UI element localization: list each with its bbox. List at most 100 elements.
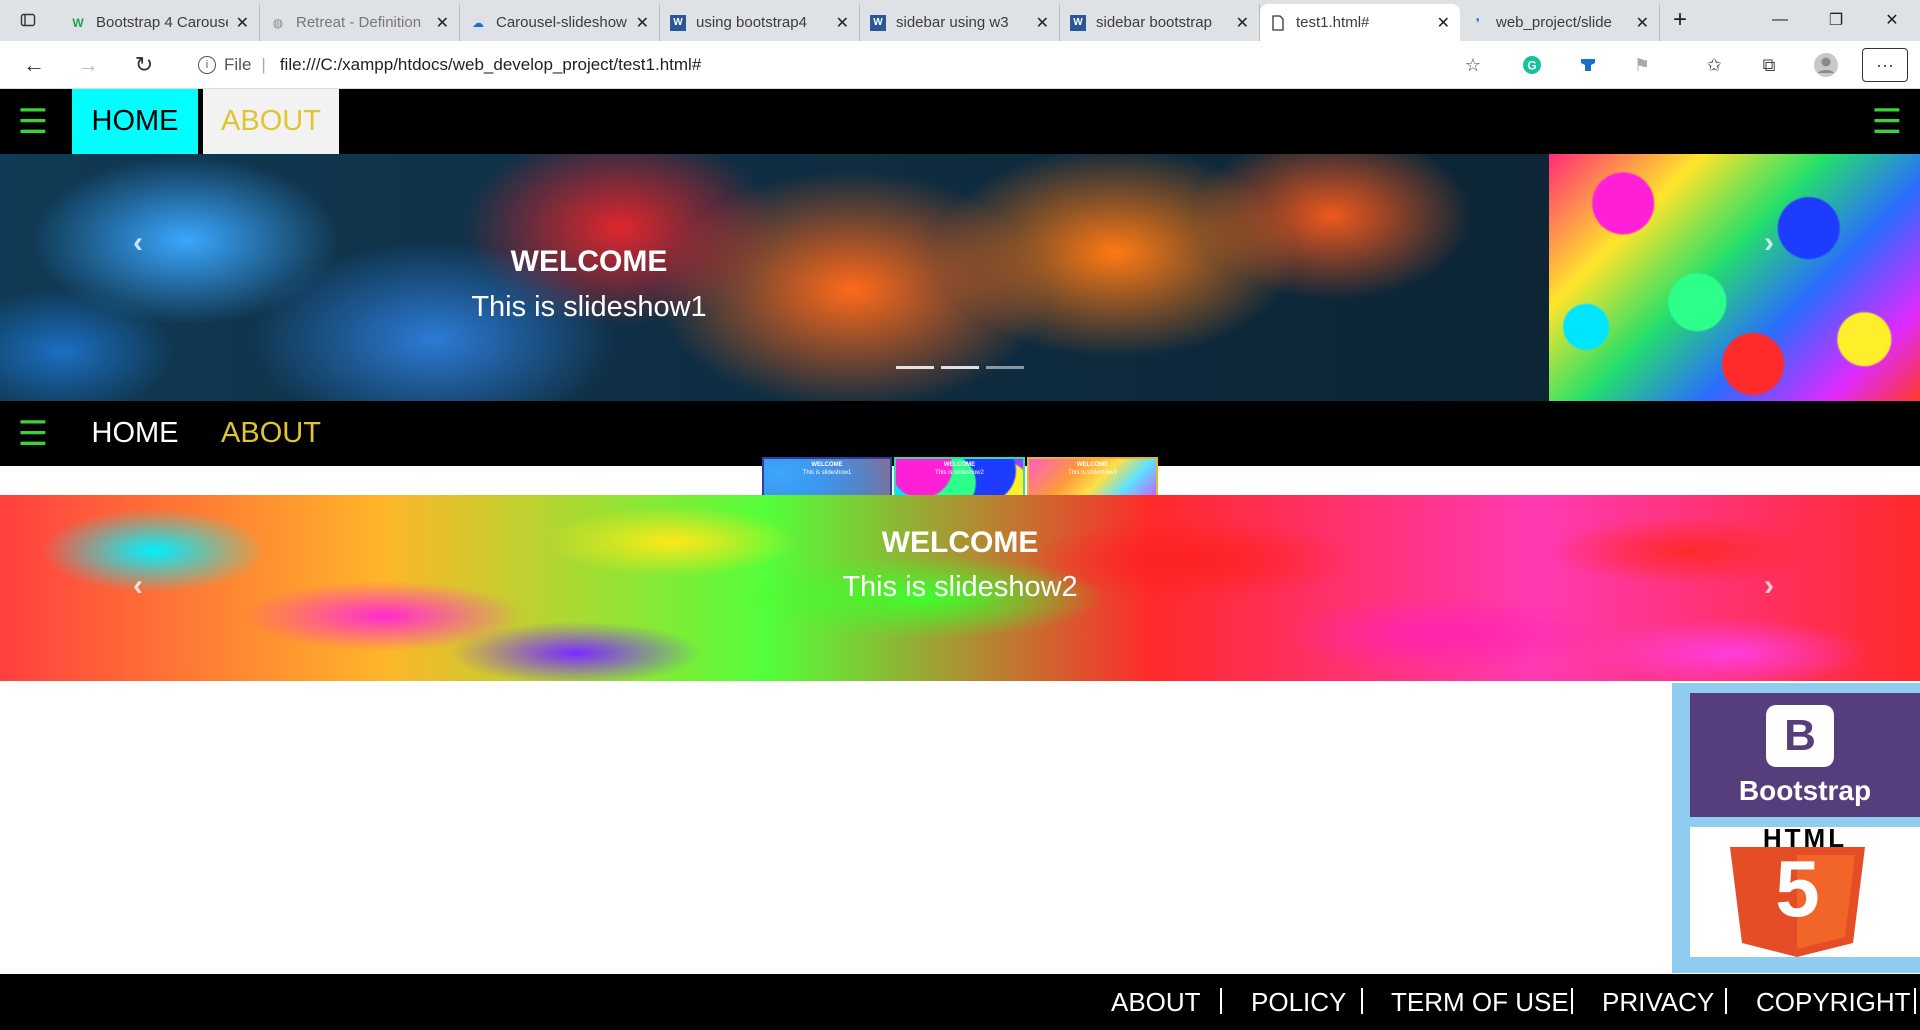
edge-icon: ❜ [1475, 15, 1481, 30]
w-icon: W [72, 15, 84, 30]
add-favorite-icon[interactable]: ☆ [1459, 51, 1487, 79]
tab-label: sidebar bootstrap [1096, 14, 1212, 31]
close-icon[interactable]: ✕ [1036, 13, 1049, 33]
top-navbar: ☰ HOME ABOUT ☰ [0, 89, 1920, 154]
tab-actions-icon[interactable] [0, 0, 56, 40]
tab-label: using bootstrap4 [696, 14, 807, 31]
footer: ABOUT POLICY TERM OF USE PRIVACY COPYRIG… [0, 974, 1920, 1030]
word-icon: W [870, 14, 886, 31]
favorites-icon[interactable]: ✩ [1700, 51, 1728, 79]
word-icon: W [670, 14, 686, 31]
bootstrap-label: Bootstrap [1738, 775, 1872, 806]
page-content: ☰ HOME ABOUT ☰ ‹ › WELCOME This is slide… [0, 89, 1920, 1030]
carousel-indicator[interactable] [986, 366, 1024, 369]
footer-separator [1361, 988, 1363, 1014]
refresh-icon[interactable]: ↻ [126, 47, 162, 83]
carousel-slide-2-partial [1549, 154, 1920, 401]
browser-tab-active[interactable]: test1.html# ✕ [1260, 4, 1460, 41]
settings-more-icon[interactable]: ··· [1862, 48, 1908, 82]
tab-label: Bootstrap 4 Carousel [96, 14, 228, 31]
url-separator: | [261, 55, 266, 74]
slide-caption-title: WELCOME [510, 245, 668, 278]
thumbnail-title: WELCOME [1076, 462, 1109, 468]
thumbnail-title: WELCOME [811, 462, 843, 468]
carousel-indicator[interactable] [896, 366, 934, 369]
close-window-icon[interactable]: ✕ [1864, 0, 1920, 40]
hamburger-menu-icon[interactable]: ☰ [0, 401, 66, 466]
footer-link-about[interactable]: ABOUT [1111, 974, 1201, 1030]
slide-caption-text: This is slideshow1 [471, 291, 707, 323]
nav-about-link[interactable]: ABOUT [212, 401, 330, 466]
flag-icon[interactable]: ⚑ [1628, 51, 1656, 79]
html5-logo[interactable]: HTML 5 [1690, 823, 1920, 957]
info-icon[interactable]: i [198, 56, 216, 74]
right-sidebar: B Bootstrap HTML 5 [1672, 683, 1920, 973]
carousel-next-icon[interactable]: › [1764, 569, 1774, 603]
footer-link-terms[interactable]: TERM OF USE [1391, 974, 1569, 1030]
close-icon[interactable]: ✕ [1236, 13, 1249, 33]
nav-about-link[interactable]: ABOUT [203, 89, 339, 154]
footer-separator [1220, 988, 1222, 1014]
browser-tab[interactable]: W using bootstrap4 ✕ [660, 4, 860, 41]
extension-icon[interactable] [1574, 51, 1602, 79]
url-text: file:///C:/xampp/htdocs/web_develop_proj… [279, 55, 702, 74]
browser-tab[interactable]: W sidebar using w3 ✕ [860, 4, 1060, 41]
file-icon [1270, 14, 1286, 31]
cloud-icon: ☁ [472, 15, 484, 30]
hamburger-menu-icon[interactable]: ☰ [0, 89, 66, 154]
carousel-next-icon[interactable]: › [1764, 226, 1774, 260]
bootstrap-logo[interactable]: B Bootstrap [1690, 693, 1920, 817]
tab-label: test1.html# [1296, 14, 1370, 31]
tab-label: Carousel-slideshow [496, 14, 627, 31]
footer-link-policy[interactable]: POLICY [1251, 974, 1346, 1030]
tab-label: web_project/slide [1496, 14, 1612, 31]
slide-caption-title: WELCOME [881, 526, 1039, 559]
footer-link-copyright[interactable]: COPYRIGHT [1756, 974, 1911, 1030]
browser-tab[interactable]: W sidebar bootstrap ✕ [1060, 4, 1260, 41]
address-bar[interactable]: i File | file:///C:/xampp/htdocs/web_dev… [180, 46, 1485, 84]
url-scheme: File [224, 55, 252, 74]
close-icon[interactable]: ✕ [236, 13, 249, 33]
close-icon[interactable]: ✕ [636, 13, 649, 33]
footer-separator [1571, 988, 1573, 1014]
carousel-indicator[interactable] [941, 366, 979, 369]
restore-icon[interactable]: ❐ [1808, 0, 1864, 40]
minimize-icon[interactable]: — [1752, 0, 1808, 40]
thumbnail-title: WELCOME [943, 462, 976, 468]
hamburger-menu-icon-right[interactable]: ☰ [1854, 89, 1920, 154]
tab-label: sidebar using w3 [896, 14, 1009, 31]
footer-separator [1914, 988, 1916, 1014]
nav-home-link[interactable]: HOME [80, 401, 190, 466]
browser-tab[interactable]: ☁ Carousel-slideshow ✕ [460, 4, 660, 41]
browser-tab[interactable]: ◍ Retreat - Definition ✕ [260, 4, 460, 41]
html5-number: 5 [1775, 844, 1820, 933]
svg-text:G: G [1527, 59, 1536, 73]
collections-icon[interactable]: ⧉ [1755, 51, 1783, 79]
thumbnail-text: This is slideshow2 [935, 470, 984, 476]
nav-home-link[interactable]: HOME [72, 89, 198, 154]
tab-label: Retreat - Definition [296, 14, 422, 31]
close-icon[interactable]: ✕ [836, 13, 849, 33]
profile-avatar[interactable] [1812, 51, 1840, 79]
footer-separator [1725, 988, 1727, 1014]
close-icon[interactable]: ✕ [1636, 13, 1649, 33]
back-icon[interactable]: ← [16, 47, 52, 83]
thumbnail-text: This is slideshow1 [802, 470, 852, 476]
browser-tab[interactable]: ❜ web_project/slide ✕ [1460, 4, 1660, 41]
close-icon[interactable]: ✕ [436, 13, 449, 33]
new-tab-icon[interactable]: + [1660, 0, 1700, 40]
globe-icon: ◍ [272, 15, 284, 30]
browser-tab-strip: W Bootstrap 4 Carousel ✕ ◍ Retreat - Def… [0, 0, 1920, 41]
grammarly-icon[interactable]: G [1518, 51, 1546, 79]
carousel-prev-icon[interactable]: ‹ [133, 226, 143, 260]
word-icon: W [1070, 14, 1086, 31]
footer-link-privacy[interactable]: PRIVACY [1602, 974, 1714, 1030]
close-icon[interactable]: ✕ [1437, 13, 1450, 33]
browser-tab[interactable]: W Bootstrap 4 Carousel ✕ [60, 4, 260, 41]
carousel-prev-icon[interactable]: ‹ [133, 569, 143, 603]
thumbnail-text: This is slideshow3 [1068, 470, 1117, 476]
bootstrap-icon: B [1766, 705, 1834, 767]
browser-toolbar: ← → ↻ i File | file:///C:/xampp/htdocs/w… [0, 41, 1920, 89]
forward-icon[interactable]: → [70, 47, 106, 83]
slide-caption-text: This is slideshow2 [842, 571, 1078, 603]
